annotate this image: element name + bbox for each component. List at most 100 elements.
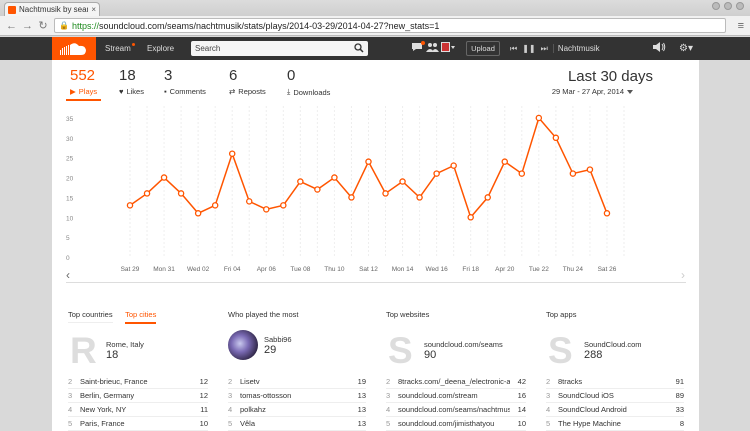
browser-tab-strip: Nachtmusik by seams × — [0, 0, 750, 16]
list-item[interactable]: 5 soundcloud.com/jimisthatyou 10 — [386, 417, 526, 431]
url-text: soundcloud.com/seams/nachtmusik/stats/pl… — [98, 20, 440, 31]
list-item[interactable]: 2 8tracks 91 — [546, 375, 684, 389]
close-icon[interactable]: × — [91, 5, 99, 14]
row-count: 13 — [357, 391, 366, 400]
row-name: SoundCloud iOS — [558, 391, 614, 400]
list-item[interactable]: 5 Paris, France 10 — [68, 417, 208, 431]
top-city-card: R Rome, Italy 18 — [70, 332, 144, 369]
list-item[interactable]: 5 The Hype Machine 8 — [546, 417, 684, 431]
y-tick-label: 5 — [66, 235, 70, 242]
notification-dot-icon — [131, 43, 135, 46]
upload-button[interactable]: Upload — [466, 41, 500, 56]
list-item[interactable]: 3 SoundCloud iOS 89 — [546, 389, 684, 403]
minimize-icon[interactable] — [712, 2, 720, 10]
x-tick-label: Apr 06 — [257, 266, 277, 273]
list-item[interactable]: 3 soundcloud.com/stream 16 — [386, 389, 526, 403]
row-name: 8tracks.com/_deena_/electronic-ad — [398, 377, 510, 386]
app-list: 2 8tracks 91 3 SoundCloud iOS 89 4 SoundCloud… — [546, 375, 684, 431]
data-point — [535, 114, 543, 122]
y-tick-label: 30 — [66, 136, 74, 143]
browser-menu-icon[interactable]: ≡ — [738, 20, 744, 32]
row-count: 42 — [517, 377, 526, 386]
row-name: tomas-ottosson — [240, 391, 292, 400]
data-point — [177, 190, 185, 197]
website-list: 2 8tracks.com/_deena_/electronic-ad 42 3 so… — [386, 375, 526, 431]
x-tick-label: Sat 12 — [359, 266, 378, 273]
chevron-left-icon[interactable]: ‹ — [66, 268, 70, 282]
list-item[interactable]: 2 8tracks.com/_deena_/electronic-ad 42 — [386, 375, 526, 389]
messages-icon[interactable] — [410, 41, 425, 55]
y-tick-label: 0 — [66, 255, 70, 262]
list-item[interactable]: 2 Saint-brieuc, France 12 — [68, 375, 208, 389]
row-count: 91 — [675, 377, 684, 386]
list-item[interactable]: 4 polkahz 13 — [228, 403, 366, 417]
address-bar[interactable]: 🔒 https:// soundcloud.com/seams/nachtmus… — [54, 18, 726, 33]
list-item[interactable]: 2 Lisetv 19 — [228, 375, 366, 389]
plays-chart: 0 5 10 15 20 25 30 35 Sat 29 Mon 31 Wed 02 Fri 04 Ap… — [66, 106, 625, 273]
row-count: 12 — [199, 391, 208, 400]
top-city-initial: R — [70, 330, 97, 371]
volume-icon[interactable] — [652, 42, 666, 55]
previous-icon[interactable]: ⏮ — [510, 44, 517, 54]
row-count: 12 — [199, 377, 208, 386]
top-app-name[interactable]: SoundCloud.com — [584, 340, 642, 349]
browser-toolbar: ← → ↻ 🔒 https:// soundcloud.com/seams/na… — [0, 16, 750, 36]
settings-gear-icon[interactable]: ⚙▾ — [677, 42, 695, 55]
row-rank: 5 — [68, 419, 73, 428]
top-listener-name[interactable]: Sabbi96 — [264, 335, 292, 344]
avatar[interactable] — [228, 330, 258, 360]
top-city-name[interactable]: Rome, Italy — [106, 340, 144, 349]
stats-icon[interactable] — [441, 42, 455, 55]
search-input[interactable]: Search — [191, 41, 368, 56]
x-tick-label: Apr 20 — [495, 266, 515, 273]
data-point — [569, 170, 577, 177]
data-point — [399, 178, 406, 185]
stats-page: 552 ▶ Plays 18 ♥ Likes 3 ▪ Comments 6 ⇄ Repo… — [52, 60, 699, 431]
row-name: polkahz — [240, 405, 266, 414]
followers-icon[interactable] — [425, 42, 439, 55]
row-count: 14 — [517, 405, 526, 414]
next-icon[interactable]: ⏭ — [541, 44, 548, 54]
maximize-icon[interactable] — [724, 2, 732, 10]
close-window-icon[interactable] — [736, 2, 744, 10]
soundcloud-logo-icon[interactable] — [52, 37, 96, 60]
chevron-right-icon[interactable]: › — [681, 268, 685, 282]
list-item[interactable]: 4 New York, NY 11 — [68, 403, 208, 417]
nav-stream[interactable]: Stream — [105, 37, 135, 60]
top-website-name[interactable]: soundcloud.com/seams — [424, 340, 503, 349]
y-tick-label: 20 — [66, 176, 74, 183]
list-item[interactable]: 5 Vêla 13 — [228, 417, 366, 431]
list-item[interactable]: 3 tomas-ottosson 13 — [228, 389, 366, 403]
list-item[interactable]: 3 Berlin, Germany 12 — [68, 389, 208, 403]
row-rank: 2 — [546, 377, 551, 386]
y-tick-label: 15 — [66, 195, 74, 202]
data-point — [484, 194, 491, 201]
top-websites-panel: Top websites — [386, 304, 429, 322]
data-point — [501, 158, 509, 165]
back-icon[interactable]: ← — [6, 20, 17, 32]
row-name: Vêla — [240, 419, 256, 428]
divider — [66, 282, 686, 283]
top-website-count: 90 — [424, 349, 437, 361]
now-playing-title[interactable]: Nachtmusik — [552, 44, 600, 53]
row-rank: 4 — [68, 405, 73, 414]
nav-explore[interactable]: Explore — [147, 37, 174, 60]
search-icon[interactable] — [354, 43, 364, 53]
data-point — [467, 214, 474, 221]
data-point — [450, 162, 457, 169]
pause-icon[interactable]: ❚❚ — [522, 44, 535, 53]
data-point — [160, 174, 168, 181]
forward-icon[interactable]: → — [22, 20, 33, 32]
row-rank: 3 — [546, 391, 551, 400]
tab-top-cities[interactable]: Top cities — [125, 310, 157, 324]
x-tick-label: Tue 08 — [290, 266, 310, 273]
tab-top-countries[interactable]: Top countries — [68, 310, 113, 323]
list-item[interactable]: 4 soundcloud.com/seams/nachtmusik 14 — [386, 403, 526, 417]
row-rank: 5 — [228, 419, 233, 428]
browser-tab[interactable]: Nachtmusik by seams × — [4, 2, 100, 16]
data-point — [348, 194, 355, 201]
list-item[interactable]: 4 SoundCloud Android 33 — [546, 403, 684, 417]
x-tick-label: Wed 02 — [187, 266, 210, 273]
reload-icon[interactable]: ↻ — [38, 19, 48, 32]
data-point — [143, 190, 151, 197]
